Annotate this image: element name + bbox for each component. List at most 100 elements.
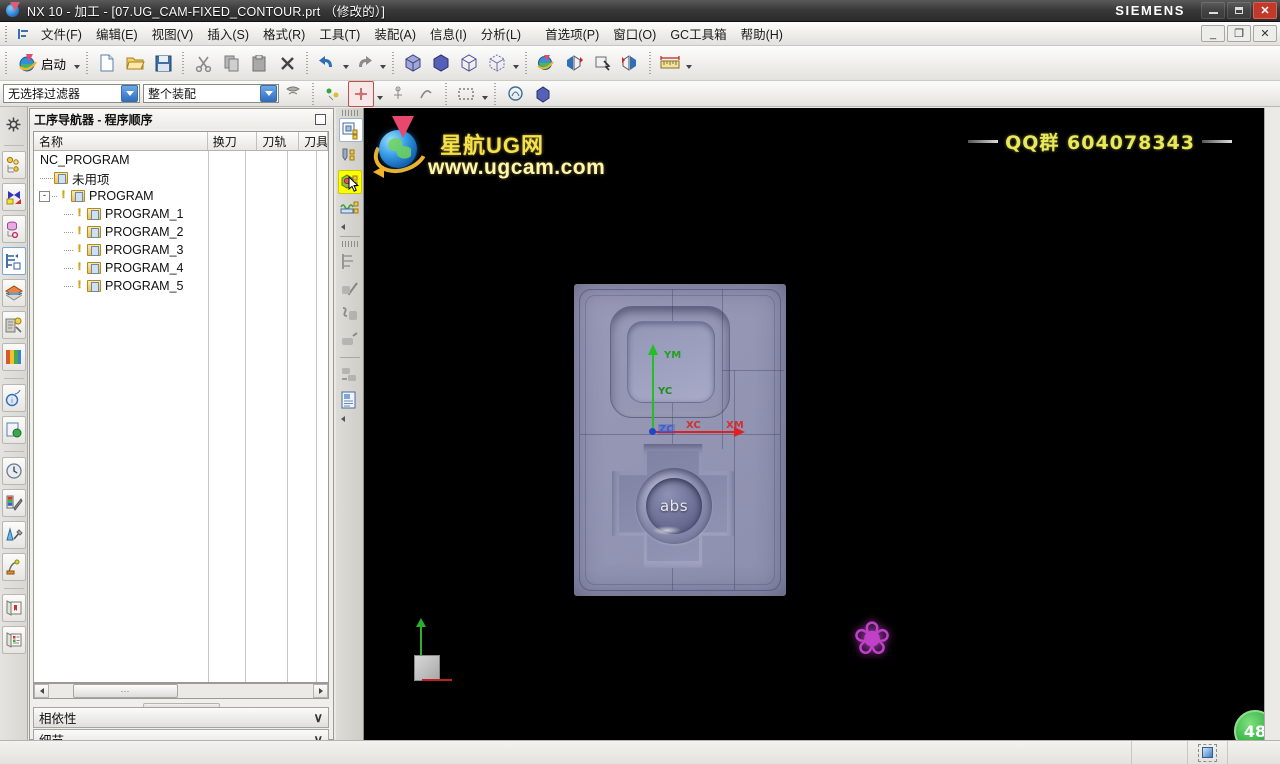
table-row[interactable]: NC_PROGRAM <box>34 151 328 169</box>
shaded-with-edges-icon[interactable] <box>400 50 426 76</box>
process-studio-icon[interactable] <box>1 416 26 444</box>
snap-point-icon[interactable] <box>320 81 346 107</box>
paste-icon[interactable] <box>246 50 272 76</box>
generate-toolpath-icon[interactable] <box>338 249 362 273</box>
transform-toolpath-icon[interactable] <box>338 362 362 386</box>
orient-view-icon[interactable] <box>589 50 615 76</box>
table-row[interactable]: PROGRAM_1 <box>34 205 328 223</box>
menu-gc-toolbox[interactable]: GC工具箱 <box>663 21 733 47</box>
chevron-down-icon[interactable]: ∨ <box>313 710 323 726</box>
vtool-overflow-top[interactable] <box>339 222 361 232</box>
operation-navigator-icon[interactable] <box>1 247 26 275</box>
toolbar-grip-4[interactable] <box>304 52 311 74</box>
simulate-toolpath-icon[interactable] <box>338 327 362 351</box>
static-wireframe-icon[interactable] <box>456 50 482 76</box>
web-browser-icon[interactable] <box>1 343 26 371</box>
scroll-left-button[interactable] <box>34 684 49 698</box>
measure-dropdown-caret[interactable] <box>684 51 693 75</box>
menu-window[interactable]: 窗口(O) <box>606 21 663 47</box>
status-cell-2[interactable] <box>1188 740 1228 764</box>
column-header-toolchange[interactable]: 换刀 <box>208 132 258 150</box>
toolbar-grip-10[interactable] <box>492 82 498 105</box>
table-row[interactable]: PROGRAM_2 <box>34 223 328 241</box>
system-materials-icon[interactable] <box>1 489 26 517</box>
copy-icon[interactable] <box>218 50 244 76</box>
expander-icon[interactable]: - <box>39 190 50 202</box>
scroll-thumb[interactable]: ⋯ <box>73 684 178 698</box>
menu-tools[interactable]: 工具(T) <box>312 21 367 47</box>
system-scenes-icon[interactable] <box>1 521 26 549</box>
vtool-overflow-bottom[interactable] <box>339 414 361 424</box>
pin-panel-icon[interactable] <box>315 113 326 125</box>
legend-panel-icon[interactable] <box>1 626 26 654</box>
dependencies-panel[interactable]: 相依性 ∨ <box>33 707 329 728</box>
studio-wireframe-icon[interactable] <box>484 50 510 76</box>
table-row[interactable]: PROGRAM_3 <box>34 241 328 259</box>
redo-icon[interactable] <box>351 50 377 76</box>
toolbar-grip-1[interactable] <box>3 52 9 74</box>
column-header-tool[interactable]: 刀具 <box>299 132 328 150</box>
reuse-library-icon[interactable] <box>1 279 26 307</box>
chevron-down-icon[interactable] <box>260 85 277 102</box>
tree-horizontal-scrollbar[interactable]: ⋯ <box>33 683 329 699</box>
vtool-grip-mid[interactable] <box>341 241 358 247</box>
graphics-viewport[interactable]: 星航UG网 www.ugcam.com QQ群 604078343 abs YM… <box>336 108 1264 740</box>
selection-filter-dropdown[interactable]: 无选择过滤器 <box>3 84 140 103</box>
verify-toolpath-icon[interactable] <box>338 275 362 299</box>
shaded-icon[interactable] <box>428 50 454 76</box>
part-navigator-icon[interactable] <box>1 215 26 243</box>
cad-model[interactable]: abs <box>574 284 786 596</box>
table-row[interactable]: - PROGRAM <box>34 187 328 205</box>
mdi-minimize-button[interactable]: _ <box>1201 25 1225 42</box>
menu-preferences[interactable]: 首选项(P) <box>538 21 606 47</box>
constraint-navigator-icon[interactable] <box>1 183 26 211</box>
vtool-grip-top[interactable] <box>341 110 358 116</box>
view-cube-icon[interactable] <box>1198 743 1217 762</box>
toolbar-grip-7[interactable] <box>647 52 654 74</box>
scroll-track[interactable]: ⋯ <box>49 684 313 698</box>
back-view-icon[interactable] <box>617 50 643 76</box>
face-analysis-icon[interactable] <box>502 81 528 107</box>
history-icon[interactable]: i <box>1 384 26 412</box>
scroll-right-button[interactable] <box>313 684 328 698</box>
render-style-caret[interactable] <box>511 51 520 75</box>
new-icon[interactable] <box>94 50 120 76</box>
cut-icon[interactable] <box>190 50 216 76</box>
rectangle-select-icon[interactable] <box>453 81 479 107</box>
delete-icon[interactable] <box>274 50 300 76</box>
start-menu-button[interactable]: 启动 <box>13 50 71 76</box>
front-view-icon[interactable] <box>561 50 587 76</box>
mdi-restore-button[interactable]: ❐ <box>1227 25 1251 42</box>
resource-settings-icon[interactable] <box>2 110 26 138</box>
snap-point-caret[interactable] <box>375 82 384 106</box>
chevron-down-icon[interactable] <box>121 85 138 102</box>
select-object-icon[interactable] <box>385 81 411 107</box>
toolbar-grip-8[interactable] <box>310 82 316 105</box>
point-on-curve-icon[interactable] <box>348 80 374 107</box>
select-general-icon[interactable] <box>280 81 306 107</box>
tree-body[interactable]: NC_PROGRAM 未用项 - PROGRAM <box>34 151 328 682</box>
operation-tree[interactable]: 名称 换刀 刀轨 刀具 NC_PROGRAM 未用项 - ! PROGRAM !… <box>33 131 329 683</box>
solid-body-icon[interactable] <box>530 81 556 107</box>
toolbar-grip-3[interactable] <box>180 52 187 74</box>
menu-information[interactable]: 信息(I) <box>423 21 474 47</box>
column-header-name[interactable]: 名称 <box>34 132 208 150</box>
assembly-navigator-icon[interactable] <box>1 151 26 179</box>
undo-icon[interactable] <box>314 50 340 76</box>
clipboard-panel-icon[interactable] <box>1 594 26 622</box>
start-dropdown-caret[interactable] <box>72 51 81 75</box>
close-button[interactable]: ✕ <box>1253 2 1277 19</box>
confirm-toolpath-icon[interactable] <box>338 301 362 325</box>
toolbar-grip-6[interactable] <box>523 52 530 74</box>
menu-insert[interactable]: 插入(S) <box>200 21 256 47</box>
menu-assemblies[interactable]: 装配(A) <box>367 21 423 47</box>
toolbar-grip-5[interactable] <box>390 52 397 74</box>
save-icon[interactable] <box>150 50 176 76</box>
table-row[interactable]: PROGRAM_4 <box>34 259 328 277</box>
restore-button[interactable] <box>1227 2 1251 19</box>
post-process-icon[interactable] <box>338 388 362 412</box>
minimize-button[interactable] <box>1201 2 1225 19</box>
menu-help[interactable]: 帮助(H) <box>734 21 790 47</box>
column-header-toolpath[interactable]: 刀轨 <box>257 132 300 150</box>
create-program-icon[interactable] <box>339 118 363 142</box>
